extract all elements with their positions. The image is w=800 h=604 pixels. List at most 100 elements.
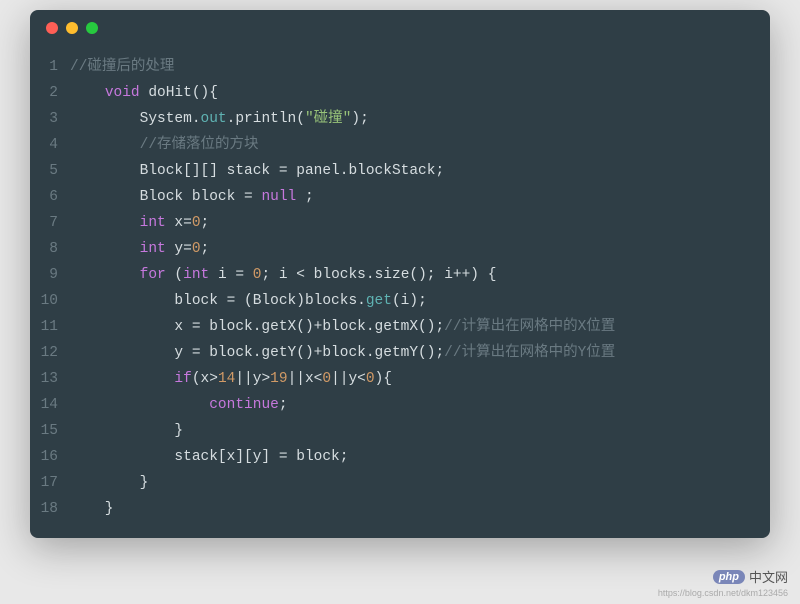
token-ident	[70, 241, 140, 257]
close-icon[interactable]	[46, 22, 58, 34]
token-ident: y=	[166, 241, 192, 257]
token-ident: (	[166, 267, 183, 283]
token-ident: (i);	[392, 293, 427, 309]
token-ident	[70, 85, 105, 101]
watermark: php 中文网 https://blog.csdn.net/dkm123456	[658, 567, 788, 598]
token-keyword: int	[140, 241, 166, 257]
token-keyword: int	[140, 215, 166, 231]
line-number: 3	[30, 106, 58, 132]
watermark-logo: php 中文网	[658, 567, 788, 586]
token-number: 0	[322, 371, 331, 387]
token-ident: ||y>	[235, 371, 270, 387]
line-number: 17	[30, 470, 58, 496]
token-number: 0	[192, 241, 201, 257]
token-ident: ; i < blocks.size(); i++) {	[261, 267, 496, 283]
token-ident: Block[][] stack = panel.blockStack;	[70, 163, 444, 179]
line-number: 16	[30, 444, 58, 470]
token-number: 0	[192, 215, 201, 231]
token-method: get	[366, 293, 392, 309]
token-number: 14	[218, 371, 235, 387]
token-ident	[70, 267, 140, 283]
line-number: 14	[30, 392, 58, 418]
line-number: 4	[30, 132, 58, 158]
code-line[interactable]: x = block.getX()+block.getmX();//计算出在网格中…	[70, 314, 770, 340]
token-comment: //计算出在网格中的X位置	[444, 319, 615, 335]
token-comment: //计算出在网格中的Y位置	[444, 345, 615, 361]
minimize-icon[interactable]	[66, 22, 78, 34]
line-number: 12	[30, 340, 58, 366]
token-ident: System.	[70, 111, 201, 127]
line-number: 11	[30, 314, 58, 340]
token-keyword: int	[183, 267, 209, 283]
token-ident: ;	[201, 215, 210, 231]
line-number: 10	[30, 288, 58, 314]
line-number: 7	[30, 210, 58, 236]
line-number: 8	[30, 236, 58, 262]
code-content[interactable]: //碰撞后的处理 void doHit(){ System.out.printl…	[70, 54, 770, 522]
token-ident	[70, 137, 140, 153]
token-ident: ){	[375, 371, 392, 387]
token-keyword: null	[261, 189, 296, 205]
token-ident: i =	[209, 267, 253, 283]
code-line[interactable]: block = (Block)blocks.get(i);	[70, 288, 770, 314]
code-line[interactable]: System.out.println("碰撞");	[70, 106, 770, 132]
line-number: 2	[30, 80, 58, 106]
code-line[interactable]: int y=0;	[70, 236, 770, 262]
titlebar	[30, 10, 770, 46]
code-window: 123456789101112131415161718 //碰撞后的处理 voi…	[30, 10, 770, 538]
token-ident: ;	[296, 189, 313, 205]
line-number: 1	[30, 54, 58, 80]
code-line[interactable]: }	[70, 496, 770, 522]
token-ident: .println(	[227, 111, 305, 127]
token-comment: //存储落位的方块	[140, 137, 259, 153]
token-ident	[70, 371, 174, 387]
token-number: 19	[270, 371, 287, 387]
token-keyword: if	[174, 371, 191, 387]
code-line[interactable]: for (int i = 0; i < blocks.size(); i++) …	[70, 262, 770, 288]
code-line[interactable]: }	[70, 470, 770, 496]
code-editor[interactable]: 123456789101112131415161718 //碰撞后的处理 voi…	[30, 46, 770, 538]
token-ident: ||x<	[288, 371, 323, 387]
token-ident: Block block =	[70, 189, 261, 205]
token-ident: );	[351, 111, 368, 127]
code-line[interactable]: }	[70, 418, 770, 444]
line-number: 15	[30, 418, 58, 444]
token-ident: (x>	[192, 371, 218, 387]
line-number: 18	[30, 496, 58, 522]
token-ident: ||y<	[331, 371, 366, 387]
line-number: 5	[30, 158, 58, 184]
line-number: 6	[30, 184, 58, 210]
token-ident: doHit(){	[140, 85, 218, 101]
token-keyword: continue	[209, 397, 279, 413]
code-line[interactable]: void doHit(){	[70, 80, 770, 106]
code-line[interactable]: y = block.getY()+block.getmY();//计算出在网格中…	[70, 340, 770, 366]
code-line[interactable]: Block block = null ;	[70, 184, 770, 210]
code-line[interactable]: Block[][] stack = panel.blockStack;	[70, 158, 770, 184]
php-badge: php	[713, 570, 745, 584]
token-keyword: void	[105, 85, 140, 101]
token-ident: x = block.getX()+block.getmX();	[70, 319, 444, 335]
token-ident: ;	[201, 241, 210, 257]
code-line[interactable]: if(x>14||y>19||x<0||y<0){	[70, 366, 770, 392]
code-line[interactable]: continue;	[70, 392, 770, 418]
token-ident: }	[70, 423, 183, 439]
token-ident	[70, 215, 140, 231]
watermark-text: 中文网	[749, 567, 788, 586]
code-line[interactable]: //碰撞后的处理	[70, 54, 770, 80]
watermark-url: https://blog.csdn.net/dkm123456	[658, 588, 788, 598]
line-gutter: 123456789101112131415161718	[30, 54, 70, 522]
line-number: 13	[30, 366, 58, 392]
code-line[interactable]: int x=0;	[70, 210, 770, 236]
token-comment: //碰撞后的处理	[70, 59, 174, 75]
code-line[interactable]: //存储落位的方块	[70, 132, 770, 158]
line-number: 9	[30, 262, 58, 288]
token-ident	[70, 397, 209, 413]
token-ident: block = (Block)blocks.	[70, 293, 366, 309]
code-line[interactable]: stack[x][y] = block;	[70, 444, 770, 470]
maximize-icon[interactable]	[86, 22, 98, 34]
token-ident: }	[70, 475, 148, 491]
token-method: out	[201, 111, 227, 127]
token-ident: stack[x][y] = block;	[70, 449, 348, 465]
token-ident: }	[70, 501, 114, 517]
token-number: 0	[366, 371, 375, 387]
